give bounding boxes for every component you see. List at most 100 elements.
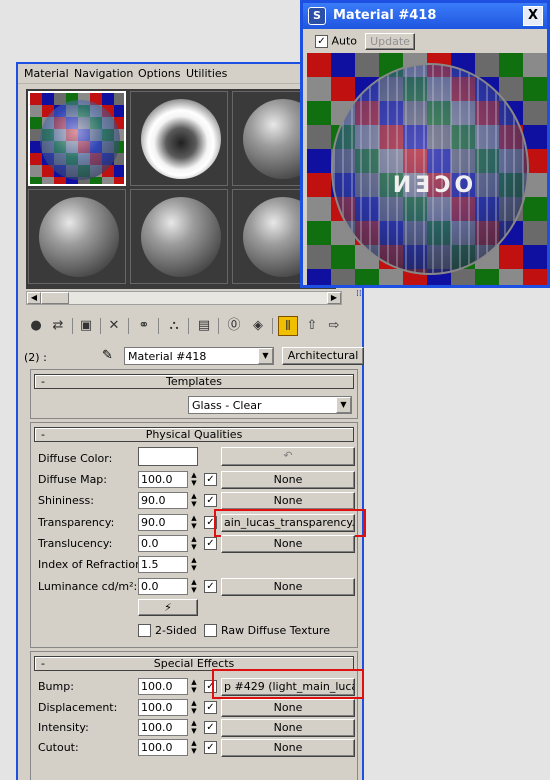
- checker-tile: [114, 177, 124, 184]
- reset-map-icon[interactable]: ✕: [104, 316, 124, 336]
- cutout-map-button[interactable]: None: [221, 739, 355, 757]
- auto-update-toggle[interactable]: ✓ Auto: [315, 34, 357, 48]
- sample-slot-4[interactable]: [28, 189, 126, 284]
- spinner-icon[interactable]: ▲ ▼: [190, 471, 198, 488]
- intensity-map-button[interactable]: None: [221, 719, 355, 737]
- checker-tile: [499, 245, 523, 269]
- put-to-scene-icon[interactable]: ⇄: [48, 316, 68, 336]
- luminance-map-button[interactable]: None: [221, 578, 355, 596]
- checker-tile: [355, 269, 379, 285]
- sample-slot-5[interactable]: [130, 189, 228, 284]
- chevron-down-icon[interactable]: ▼: [258, 348, 273, 364]
- displacement-input[interactable]: 100.0: [138, 699, 188, 716]
- diffuse-map-button[interactable]: None: [221, 471, 355, 489]
- checker-tile: [30, 177, 42, 184]
- shininess-map-button[interactable]: None: [221, 492, 355, 510]
- luminance-input[interactable]: 0.0: [138, 578, 188, 595]
- show-map-in-viewport-icon[interactable]: ◈: [248, 316, 268, 336]
- spinner-icon[interactable]: ▲ ▼: [190, 678, 198, 695]
- checker-tile: [523, 101, 547, 125]
- highlight-box: [212, 669, 364, 699]
- translucency-input[interactable]: 0.0: [138, 535, 188, 552]
- intensity-checkbox[interactable]: ✓: [204, 721, 217, 734]
- templates-header[interactable]: - Templates: [34, 374, 354, 389]
- displacement-checkbox[interactable]: ✓: [204, 701, 217, 714]
- template-value: Glass - Clear: [192, 399, 262, 412]
- raw-diffuse-texture-checkbox[interactable]: [204, 624, 217, 637]
- preview-titlebar[interactable]: S Material #418 X: [303, 3, 547, 29]
- material-name-field[interactable]: Material #418 ▼: [124, 347, 274, 365]
- checker-tile: [30, 165, 42, 177]
- translucency-map-button[interactable]: None: [221, 535, 355, 553]
- diffuse-color-swatch[interactable]: [138, 447, 198, 466]
- displacement-map-button[interactable]: None: [221, 699, 355, 717]
- checker-tile: [523, 221, 547, 245]
- close-icon[interactable]: X: [523, 6, 543, 26]
- checker-tile: [331, 269, 355, 285]
- checker-tile: [523, 53, 547, 77]
- checker-tile: [30, 117, 42, 129]
- luminance-from-light-button[interactable]: ⚡: [138, 599, 198, 616]
- spinner-icon[interactable]: ▲ ▼: [190, 699, 198, 716]
- template-select[interactable]: Glass - Clear ▼: [188, 396, 352, 414]
- spinner-icon[interactable]: ▲ ▼: [190, 535, 198, 552]
- menu-navigation[interactable]: Navigation: [74, 67, 133, 80]
- sample-options-icon[interactable]: ⁞⁞: [356, 289, 368, 303]
- material-type-button[interactable]: Architectural: [282, 347, 364, 365]
- cutout-input[interactable]: 100.0: [138, 739, 188, 756]
- preview-title: Material #418: [333, 8, 437, 23]
- scroll-thumb[interactable]: [41, 292, 69, 304]
- ior-input[interactable]: 1.5: [138, 556, 188, 573]
- menu-utilities[interactable]: Utilities: [186, 67, 227, 80]
- spinner-icon[interactable]: ▲ ▼: [190, 578, 198, 595]
- put-to-library-icon[interactable]: ⛬: [164, 316, 184, 336]
- diffuse-map-checkbox[interactable]: ✓: [204, 473, 217, 486]
- spinner-icon[interactable]: ▲ ▼: [190, 492, 198, 509]
- scroll-right-icon[interactable]: ▶: [327, 292, 341, 304]
- go-to-parent-icon[interactable]: ⇧: [302, 316, 322, 336]
- slots-horizontal-scrollbar[interactable]: ◀ ▶: [26, 291, 342, 305]
- cutout-checkbox[interactable]: ✓: [204, 741, 217, 754]
- spinner-icon[interactable]: ▲ ▼: [190, 556, 198, 573]
- scroll-left-icon[interactable]: ◀: [27, 292, 41, 304]
- show-end-result-icon[interactable]: ⫴: [278, 316, 298, 336]
- shininess-input[interactable]: 90.0: [138, 492, 188, 509]
- sample-slot-2[interactable]: [130, 91, 228, 186]
- shininess-checkbox[interactable]: ✓: [204, 494, 217, 507]
- checker-tile: [307, 149, 331, 173]
- reset-diffuse-color-button[interactable]: ↶: [221, 447, 355, 466]
- bump-input[interactable]: 100.0: [138, 678, 188, 695]
- material-id-icon[interactable]: ▤: [194, 316, 214, 336]
- material-name-row: (2) : ✎ Material #418 ▼ Architectural: [18, 347, 364, 367]
- update-button[interactable]: Update: [365, 33, 415, 50]
- get-material-icon[interactable]: ●: [26, 316, 46, 336]
- chevron-down-icon[interactable]: ▼: [336, 397, 351, 413]
- menu-material[interactable]: Material: [24, 67, 69, 80]
- raw-diffuse-texture-label: Raw Diffuse Texture: [221, 624, 330, 637]
- effects-channel-icon[interactable]: ⓪: [224, 316, 244, 336]
- sample-sphere: [141, 197, 221, 277]
- luminance-label: Luminance cd/m²:: [38, 580, 138, 593]
- sample-slot-1[interactable]: [28, 91, 126, 186]
- make-unique-icon[interactable]: ⚭: [134, 316, 154, 336]
- diffuse-map-amount-input[interactable]: 100.0: [138, 471, 188, 488]
- checker-tile: [307, 173, 331, 197]
- auto-checkbox[interactable]: ✓: [315, 34, 328, 48]
- transparency-input[interactable]: 90.0: [138, 514, 188, 531]
- luminance-checkbox[interactable]: ✓: [204, 580, 217, 593]
- checker-tile: [307, 53, 331, 77]
- physical-qualities-header[interactable]: - Physical Qualities: [34, 427, 354, 442]
- spinner-icon[interactable]: ▲ ▼: [190, 719, 198, 736]
- assign-to-selection-icon[interactable]: ▣: [76, 316, 96, 336]
- intensity-input[interactable]: 100.0: [138, 719, 188, 736]
- spinner-icon[interactable]: ▲ ▼: [190, 739, 198, 756]
- translucency-checkbox[interactable]: ✓: [204, 537, 217, 550]
- checker-tile: [331, 245, 355, 269]
- sample-sphere: [39, 197, 119, 277]
- material-toolbar: ● ⇄ ▣ ✕ ⚭ ⛬ ▤ ⓪ ◈ ⫴ ⇧ ⇨: [26, 316, 362, 340]
- menu-options[interactable]: Options: [138, 67, 180, 80]
- two-sided-checkbox[interactable]: [138, 624, 151, 637]
- pick-material-from-object-icon[interactable]: ✎: [102, 348, 113, 363]
- go-forward-sibling-icon[interactable]: ⇨: [324, 316, 344, 336]
- spinner-icon[interactable]: ▲ ▼: [190, 514, 198, 531]
